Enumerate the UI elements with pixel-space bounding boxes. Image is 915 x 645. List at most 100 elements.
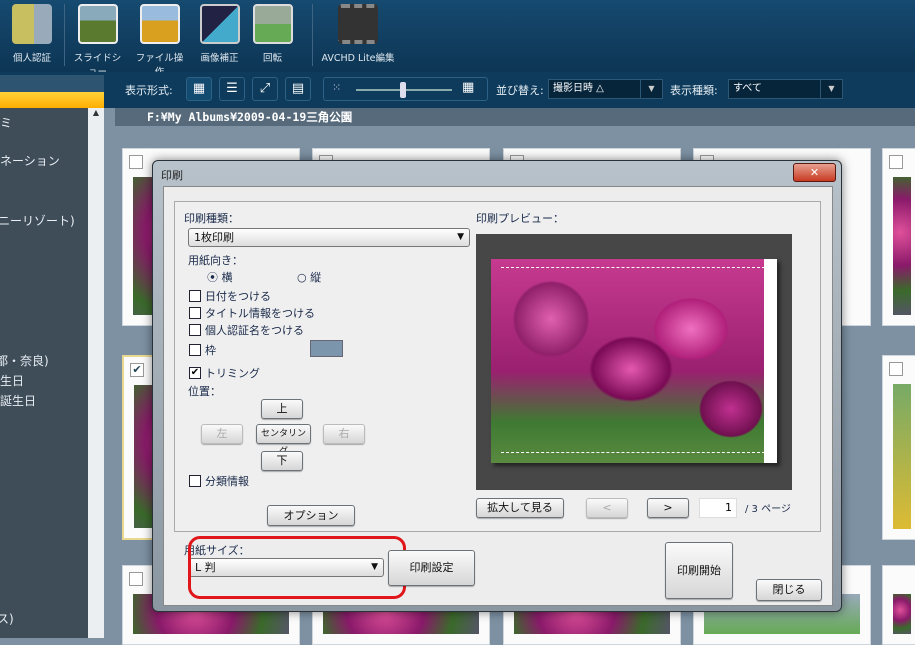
folder-path: F:¥My Albums¥2009-04-19三角公園 <box>115 108 915 126</box>
sidebar-scrollbar[interactable]: ▲ <box>88 108 104 638</box>
thumbnail-checkbox[interactable] <box>129 572 143 586</box>
chevron-down-icon: ▼ <box>820 80 842 98</box>
orientation-label: 用紙向き： <box>188 254 243 267</box>
print-type-select[interactable]: 1枚印刷 ▼ <box>188 228 470 247</box>
thumbnail-image <box>893 177 911 315</box>
sort-label: 並び替え: <box>496 84 544 97</box>
photo-thumbnail[interactable] <box>882 148 915 326</box>
thumbnail-checkbox[interactable] <box>889 362 903 376</box>
list-item[interactable]: ス) <box>0 610 14 627</box>
chevron-down-icon: ▼ <box>640 80 662 98</box>
zoom-view-button[interactable]: 拡大して見る <box>476 498 564 518</box>
toolbar-slideshow[interactable]: スライドショー <box>70 4 125 78</box>
trimming-checkbox[interactable]: ✔ <box>189 367 201 379</box>
print-type-value: 1枚印刷 <box>194 231 234 244</box>
fullscreen-view-button[interactable]: ⤢ <box>252 77 278 101</box>
frame-label: 枠 <box>205 344 216 357</box>
list-item[interactable]: ネーション <box>0 152 60 169</box>
close-button[interactable]: 閉じる <box>756 579 822 601</box>
landscape-label: 横 <box>221 271 233 284</box>
thumbnail-size-slider[interactable]: ⁙ ▦ <box>323 77 488 101</box>
portrait-label: 縦 <box>310 271 322 284</box>
thumbnail-checkbox[interactable] <box>129 155 143 169</box>
add-date-label: 日付をつける <box>205 290 271 303</box>
frame-color-swatch[interactable] <box>310 340 343 357</box>
print-start-button[interactable]: 印刷開始 <box>665 542 733 599</box>
print-preview <box>476 234 792 490</box>
add-person-checkbox[interactable] <box>189 324 201 336</box>
add-date-checkbox[interactable] <box>189 290 201 302</box>
scroll-up-icon[interactable]: ▲ <box>93 108 99 117</box>
calendar-view-button[interactable]: ▤ <box>285 77 311 101</box>
thumbnail-checkbox[interactable]: ✔ <box>130 363 144 377</box>
preview-label: 印刷プレビュー： <box>476 212 564 225</box>
sort-dropdown[interactable]: 撮影日時 △ ▼ <box>548 79 663 99</box>
photo-thumbnail[interactable] <box>882 565 915 645</box>
page-number-input[interactable]: 1 <box>699 498 737 518</box>
print-options-group: 印刷種類： 1枚印刷 ▼ 用紙向き： ⦿ 横 ○ 縦 日付をつける タイトル情報を… <box>174 201 821 532</box>
preview-photo <box>491 259 777 463</box>
close-icon[interactable]: ✕ <box>793 163 836 182</box>
dialog-title: 印刷 <box>161 169 183 182</box>
prev-page-button[interactable]: < <box>586 498 628 518</box>
print-type-label: 印刷種類： <box>184 212 239 225</box>
album-sidebar: ミ ネーション ニーリゾート) 都・奈良) 生日 誕生日 ス) ▲ <box>0 75 104 638</box>
toolbar-avchd-edit[interactable]: AVCHD Lite編集 <box>318 4 398 64</box>
dialog-body: 印刷種類： 1枚印刷 ▼ 用紙向き： ⦿ 横 ○ 縦 日付をつける タイトル情報を… <box>163 186 833 606</box>
category-label: 分類情報 <box>205 475 249 488</box>
frame-checkbox[interactable] <box>189 344 201 356</box>
list-item[interactable]: 生日 <box>0 372 24 389</box>
sidebar-selected-header[interactable] <box>0 92 104 108</box>
toolbar-face-recognition[interactable]: 個人認証 <box>6 4 58 64</box>
file-operation-icon <box>139 4 180 44</box>
thumbnail-image <box>893 594 911 634</box>
video-edit-icon <box>338 4 378 44</box>
sort-value: 撮影日時 △ <box>553 83 604 94</box>
type-label: 表示種類: <box>670 84 718 97</box>
portrait-radio[interactable]: ○ 縦 <box>297 269 321 285</box>
slider-thumb[interactable] <box>400 82 406 98</box>
add-title-checkbox[interactable] <box>189 307 201 319</box>
print-settings-button[interactable]: 印刷設定 <box>388 550 475 586</box>
main-toolbar: 個人認証 スライドショー ファイル操作 画像補正 回転 AVCHD Lite編集 <box>0 0 915 78</box>
toolbar-file-operation[interactable]: ファイル操作 <box>132 4 187 78</box>
toolbar-image-correction[interactable]: 画像補正 <box>192 4 247 64</box>
move-up-button[interactable]: 上 <box>261 399 303 419</box>
move-down-button[interactable]: 下 <box>261 451 303 471</box>
list-view-button[interactable]: ☰ <box>219 77 245 101</box>
move-right-button[interactable]: 右 <box>323 424 365 444</box>
slideshow-icon <box>77 4 118 44</box>
album-list: ミ ネーション ニーリゾート) 都・奈良) 生日 誕生日 ス) <box>0 108 88 638</box>
face-recognition-icon <box>12 4 52 44</box>
small-thumbnails-icon: ⁙ <box>332 81 342 94</box>
next-page-button[interactable]: > <box>647 498 689 518</box>
list-item[interactable]: ニーリゾート) <box>0 212 75 229</box>
chevron-down-icon: ▼ <box>457 232 464 242</box>
type-dropdown[interactable]: すべて ▼ <box>728 79 843 99</box>
landscape-radio[interactable]: ⦿ 横 <box>207 269 233 285</box>
photo-thumbnail[interactable] <box>882 355 915 540</box>
options-button[interactable]: オプション <box>267 505 355 526</box>
image-correction-icon <box>199 4 240 44</box>
add-title-label: タイトル情報をつける <box>205 307 315 320</box>
list-item[interactable]: 誕生日 <box>0 392 36 409</box>
move-left-button[interactable]: 左 <box>201 424 243 444</box>
thumbnail-image <box>893 384 911 529</box>
center-button[interactable]: センタリング <box>256 424 311 457</box>
highlight-annotation <box>188 536 406 599</box>
type-value: すべて <box>733 83 762 94</box>
add-person-label: 個人認証名をつける <box>205 324 304 337</box>
toolbar-rotate[interactable]: 回転 <box>250 4 295 64</box>
list-item[interactable]: 都・奈良) <box>0 352 49 369</box>
list-item[interactable]: ミ <box>0 114 12 131</box>
trim-guide[interactable] <box>501 267 765 453</box>
display-format-label: 表示形式: <box>125 84 173 97</box>
thumbnail-checkbox[interactable] <box>889 155 903 169</box>
grid-view-button[interactable]: ▦ <box>186 77 212 101</box>
category-checkbox[interactable] <box>189 475 201 487</box>
rotate-icon <box>252 4 293 44</box>
print-dialog: 印刷 ✕ 印刷種類： 1枚印刷 ▼ 用紙向き： ⦿ 横 ○ 縦 日付をつける タイ… <box>152 160 842 612</box>
position-label: 位置： <box>188 385 221 398</box>
large-thumbnails-icon: ▦ <box>462 80 475 95</box>
trimming-label: トリミング <box>205 367 260 380</box>
